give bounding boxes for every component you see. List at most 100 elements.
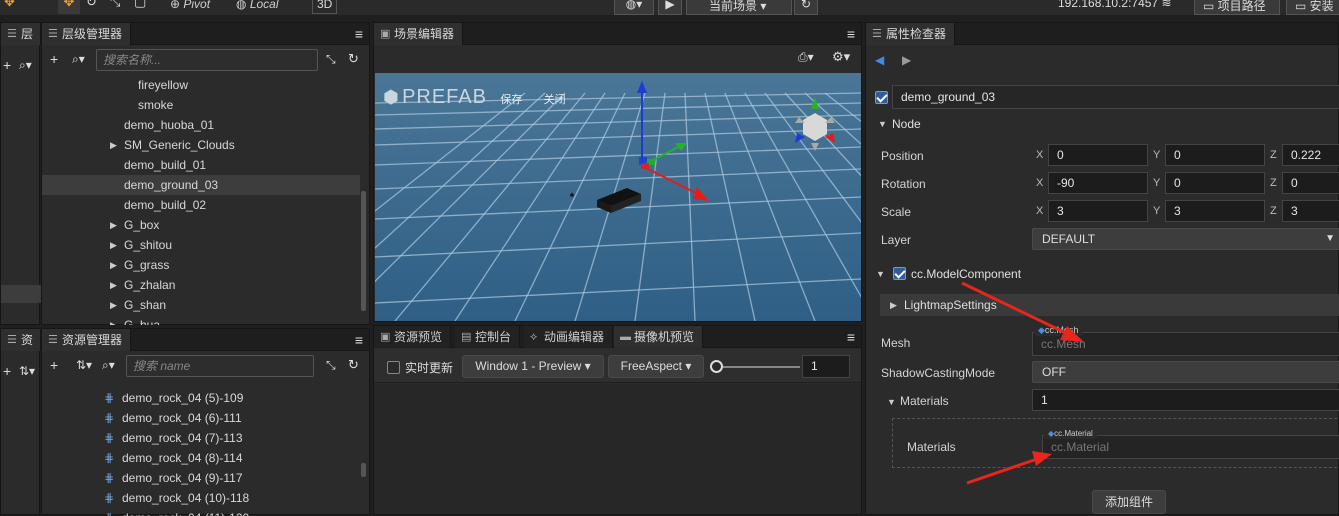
asset-item[interactable]: ⋕ demo_rock_04 (6)-111	[42, 408, 360, 428]
hierarchy-item[interactable]: demo_build_02	[42, 195, 360, 215]
hierarchy-item[interactable]: demo_build_01	[42, 155, 360, 175]
hierarchy-item[interactable]: smoke	[42, 95, 360, 115]
node-section-header[interactable]: ▼ Node	[866, 113, 1338, 135]
play-button[interactable]: ▶	[658, 0, 682, 15]
move-tool-active-icon[interactable]: ✥	[58, 0, 80, 14]
tab-console[interactable]: ▤ 控制台	[455, 326, 521, 348]
position-x-input[interactable]: 0	[1048, 144, 1148, 166]
rotate-tool-icon[interactable]: ↻	[86, 0, 97, 10]
hierarchy-item[interactable]: fireyellow	[42, 75, 360, 95]
scene-menu-icon[interactable]: ≡	[847, 23, 855, 45]
chevron-right-icon[interactable]: ▶	[110, 275, 117, 295]
assets-menu-icon[interactable]: ≡	[355, 329, 363, 351]
scene-viewport[interactable]: ⬢ PREFAB 保存 关闭	[375, 73, 861, 321]
local-button[interactable]: ◍ Local	[236, 0, 279, 11]
rect-tool-icon[interactable]: ▢	[134, 0, 146, 10]
zoom-slider-thumb[interactable]	[710, 360, 723, 373]
search-filter-icon[interactable]: ⌕▾	[102, 351, 115, 379]
rotation-z-input[interactable]: 0	[1282, 172, 1339, 194]
asset-item[interactable]: ⋕ demo_rock_04 (5)-109	[42, 388, 360, 408]
hierarchy-item[interactable]: ▶ G_box	[42, 215, 360, 235]
move-tool-icon[interactable]: ✥	[4, 0, 26, 14]
scale-tool-icon[interactable]: ⤡	[110, 0, 120, 10]
tab-inspector[interactable]: ☰ 属性检查器	[866, 23, 956, 45]
preview-menu-icon[interactable]: ≡	[847, 326, 855, 348]
asset-item[interactable]: ⋕ demo_rock_04 (7)-113	[42, 428, 360, 448]
chevron-right-icon[interactable]: ▶	[110, 255, 117, 275]
add-asset-icon[interactable]: +	[50, 351, 58, 379]
component-enabled-checkbox[interactable]	[893, 267, 906, 280]
3d-toggle[interactable]: 3D	[312, 0, 338, 14]
tab-assets[interactable]: ☰ 资源管理器	[42, 329, 132, 351]
zoom-input[interactable]: 1	[802, 355, 850, 378]
hierarchy-item[interactable]: ▶ G_hua	[42, 315, 360, 325]
chevron-right-icon[interactable]: ▶	[110, 235, 117, 255]
scale-z-input[interactable]: 3	[1282, 200, 1339, 222]
node-active-checkbox[interactable]	[875, 91, 888, 104]
tab-scene[interactable]: ▣ 场景编辑器	[374, 23, 464, 45]
add-node-icon[interactable]: +	[50, 45, 58, 73]
asset-item[interactable]: ⋕ demo_rock_04 (9)-117	[42, 468, 360, 488]
collapse-icon[interactable]: ⤡	[326, 351, 336, 379]
add-icon[interactable]: +	[3, 51, 11, 79]
asset-item[interactable]: ⋕ demo_rock_04 (10)-118	[42, 488, 360, 508]
scale-x-input[interactable]: 3	[1048, 200, 1148, 222]
tab-asset-preview[interactable]: ▣ 资源预览	[374, 326, 452, 348]
scale-y-input[interactable]: 3	[1165, 200, 1265, 222]
project-path-button[interactable]: ▭ 项目路径	[1194, 0, 1280, 15]
chevron-right-icon[interactable]: ▶	[110, 135, 117, 155]
refresh-button[interactable]: ↻	[794, 0, 818, 15]
search-filter-icon[interactable]: ⌕▾	[72, 45, 85, 73]
left-edge-assets-tab[interactable]: ☰ 资源管	[1, 329, 41, 351]
view-orientation-gizmo[interactable]	[785, 93, 845, 153]
node-name-input[interactable]: demo_ground_03	[892, 85, 1339, 109]
tab-hierarchy[interactable]: ☰ 层级管理器	[42, 23, 132, 45]
hierarchy-menu-icon[interactable]: ≡	[355, 23, 363, 45]
scene-select[interactable]: 当前场景 ▾	[686, 0, 792, 15]
position-z-input[interactable]: 0.222	[1282, 144, 1339, 166]
hierarchy-item[interactable]: ▶ G_shitou	[42, 235, 360, 255]
platform-select[interactable]: ◍▾	[614, 0, 654, 15]
aspect-select[interactable]: FreeAspect ▾	[608, 355, 704, 378]
rotation-y-input[interactable]: 0	[1165, 172, 1265, 194]
search-icon[interactable]: ⌕▾	[19, 51, 32, 79]
assets-scrollbar[interactable]	[361, 463, 366, 477]
zoom-slider-track[interactable]	[714, 366, 800, 368]
model-component-header[interactable]: ▼ cc.ModelComponent	[866, 263, 1338, 285]
collapse-icon[interactable]: ⤡	[326, 45, 336, 73]
settings-gear-icon[interactable]: ⚙▾	[832, 49, 850, 65]
refresh-icon[interactable]: ↻	[348, 45, 359, 73]
back-arrow-icon[interactable]: ◀	[875, 53, 884, 67]
rotation-x-input[interactable]: -90	[1048, 172, 1148, 194]
shadow-select[interactable]: OFF	[1032, 361, 1339, 383]
lightmap-settings-header[interactable]: ▶ LightmapSettings	[880, 294, 1339, 316]
sort-icon[interactable]: ⇅▾	[19, 357, 35, 385]
realtime-checkbox[interactable]	[387, 361, 400, 374]
hierarchy-item[interactable]: demo_huoba_01	[42, 115, 360, 135]
refresh-icon[interactable]: ↻	[348, 351, 359, 379]
camera-icon[interactable]: ⎙▾	[798, 50, 814, 65]
add-component-button[interactable]: 添加组件	[1092, 490, 1166, 514]
hierarchy-item[interactable]: ▶ G_grass	[42, 255, 360, 275]
tab-animation-editor[interactable]: ⟡ 动画编辑器	[524, 326, 614, 348]
hierarchy-item[interactable]: demo_ground_03	[42, 175, 360, 195]
chevron-right-icon[interactable]: ▶	[110, 295, 117, 315]
tab-camera-preview[interactable]: ▬ 摄像机预览	[614, 326, 704, 348]
hierarchy-item[interactable]: ▶ G_zhalan	[42, 275, 360, 295]
hierarchy-scrollbar[interactable]	[361, 191, 366, 311]
install-button[interactable]: ▭ 安装	[1286, 0, 1339, 15]
position-y-input[interactable]: 0	[1165, 144, 1265, 166]
sort-icon[interactable]: ⇅▾	[76, 351, 92, 379]
materials-count-input[interactable]: 1	[1032, 389, 1339, 411]
add-icon[interactable]: +	[3, 357, 11, 385]
assets-search-input[interactable]: 搜索 name	[126, 355, 314, 377]
hierarchy-item[interactable]: ▶ SM_Generic_Clouds	[42, 135, 360, 155]
asset-item[interactable]: ⋕ demo_rock_04 (8)-114	[42, 448, 360, 468]
hierarchy-search-input[interactable]: 搜索名称...	[96, 49, 318, 71]
layer-select[interactable]: DEFAULT ▼	[1032, 228, 1339, 250]
chevron-right-icon[interactable]: ▶	[110, 215, 117, 235]
hierarchy-item[interactable]: ▶ G_shan	[42, 295, 360, 315]
left-edge-hierarchy-tab[interactable]: ☰ 层级管	[1, 23, 41, 45]
pivot-button[interactable]: ⊕ Pivot	[170, 0, 210, 11]
chevron-right-icon[interactable]: ▶	[110, 315, 117, 325]
